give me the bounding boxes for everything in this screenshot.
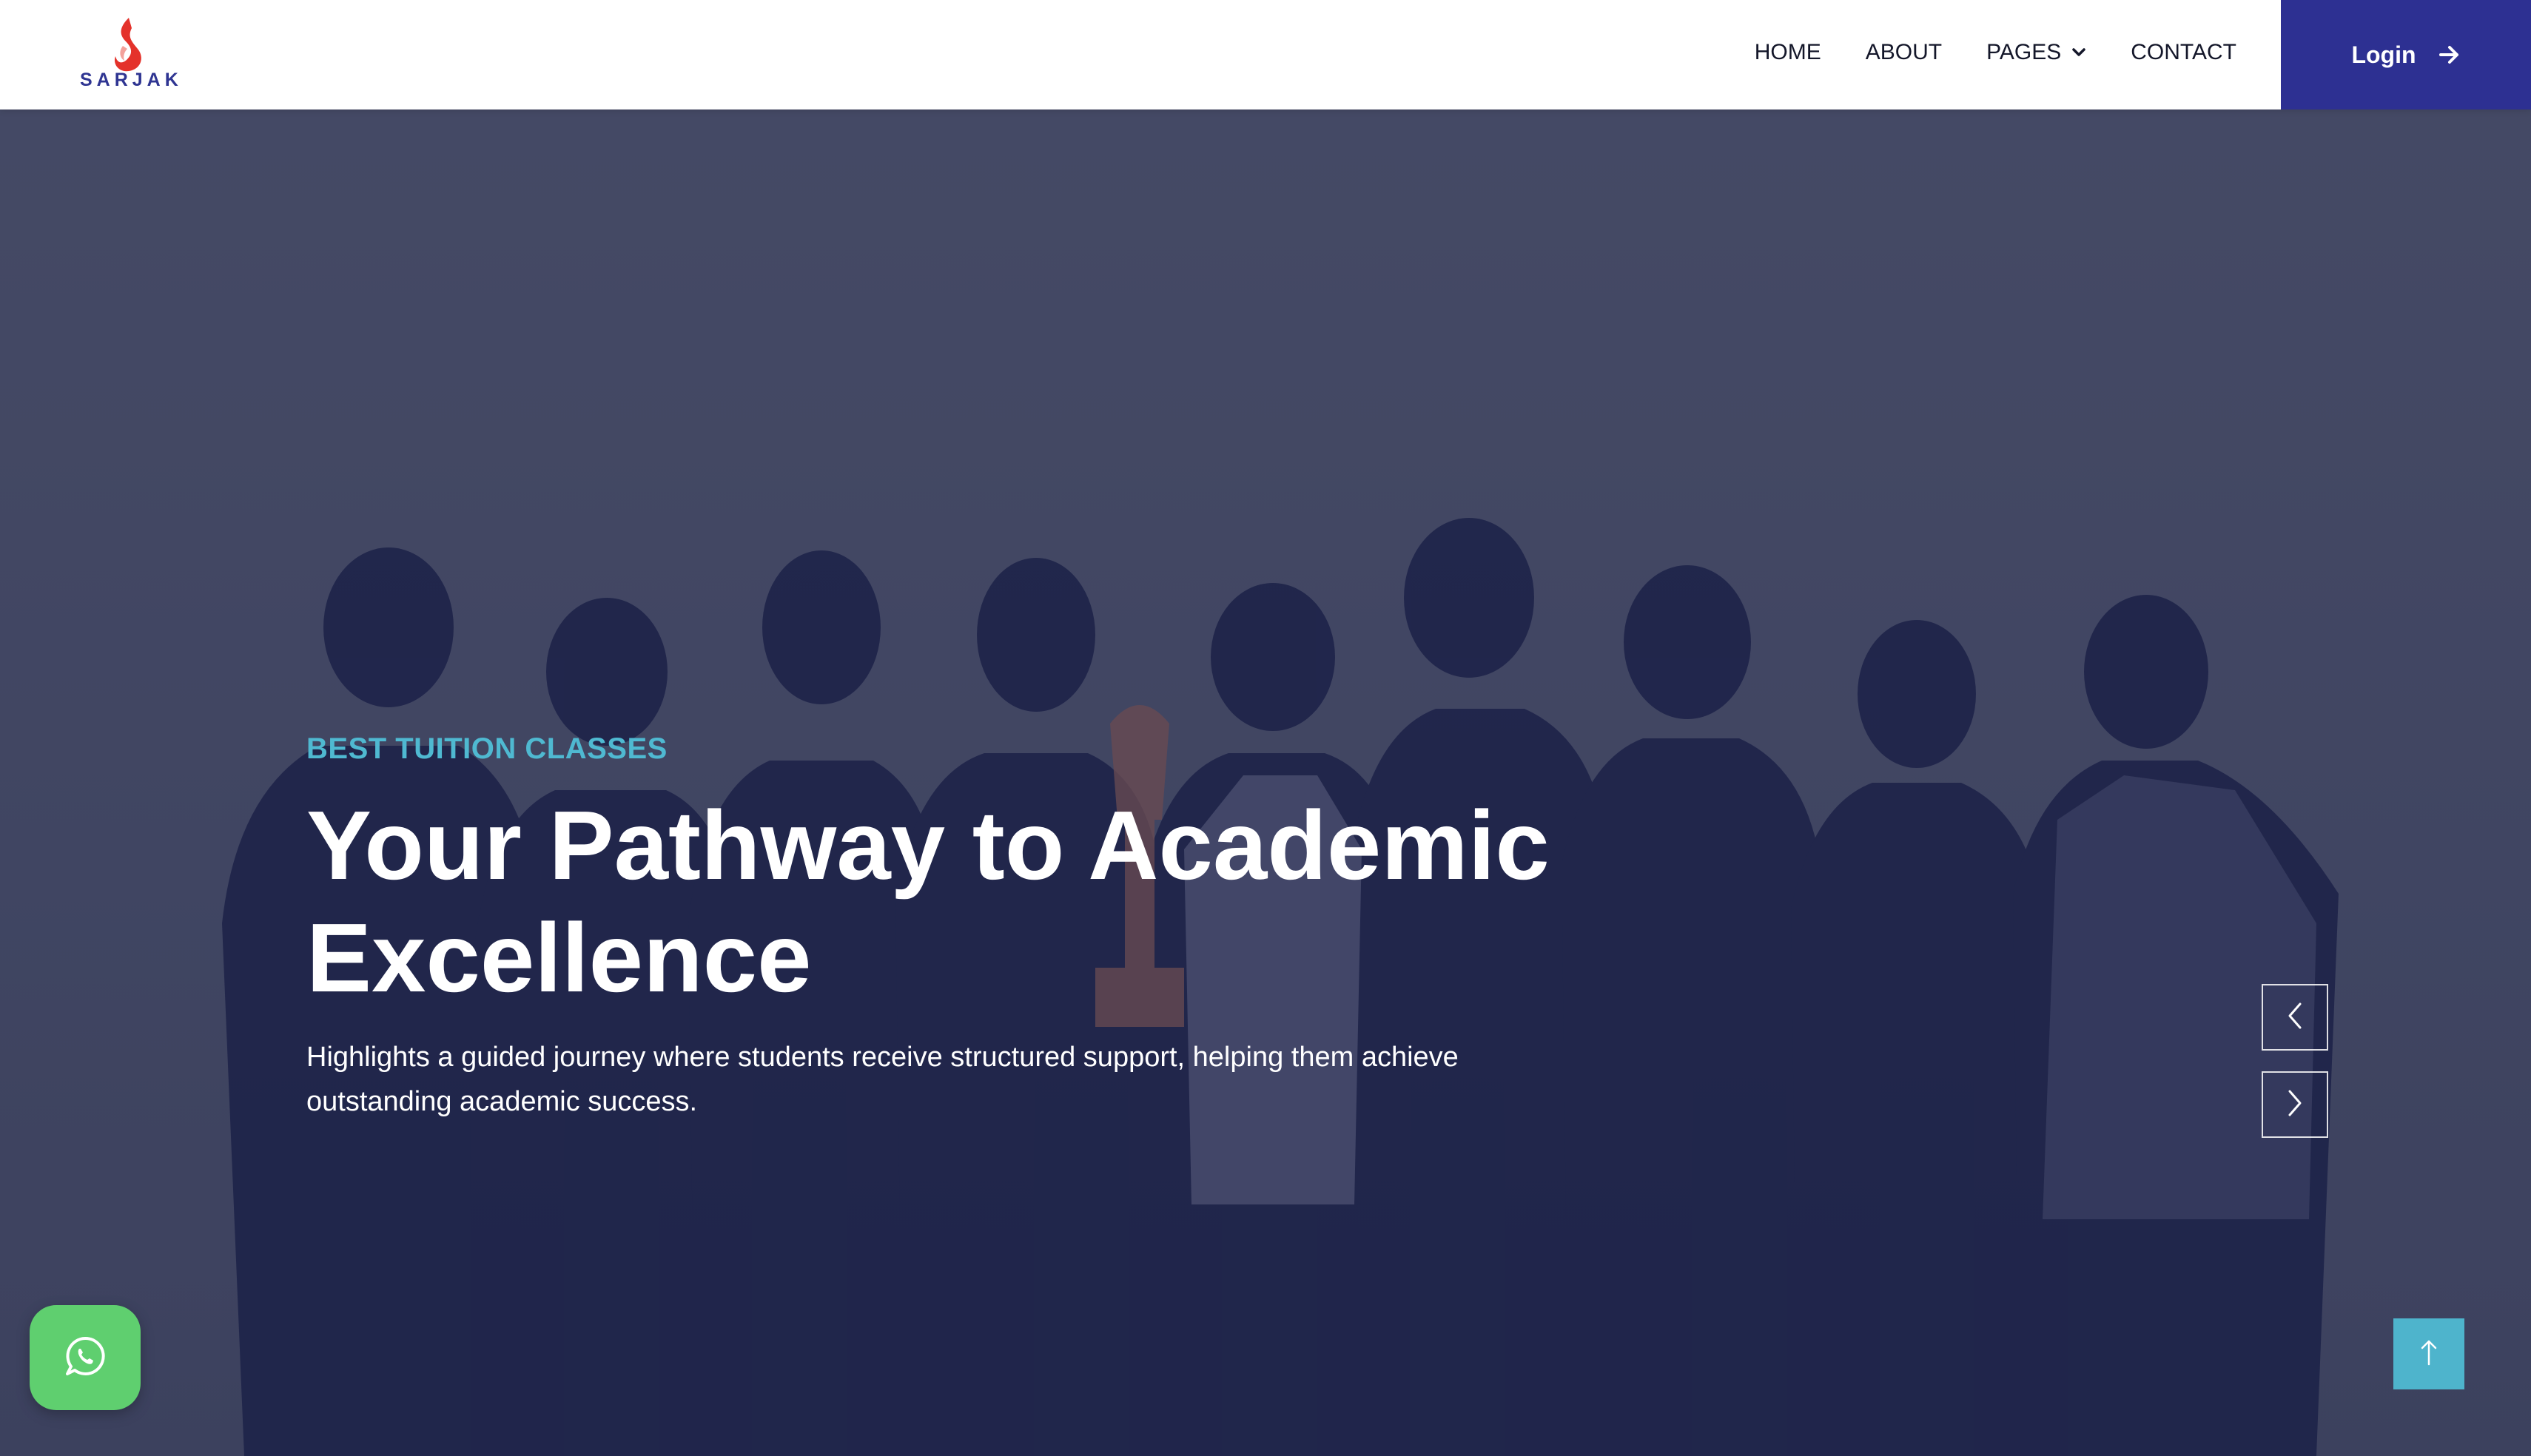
arrow-right-icon bbox=[2438, 44, 2461, 65]
chevron-down-icon bbox=[2071, 47, 2086, 58]
hero-headline: Your Pathway to Academic Excellence bbox=[306, 789, 1638, 1014]
main-nav: HOME ABOUT PAGES CONTACT bbox=[1710, 0, 2236, 105]
nav-home-label: HOME bbox=[1754, 40, 1821, 64]
nav-pages-dropdown[interactable]: PAGES bbox=[1986, 40, 2086, 65]
whatsapp-button[interactable] bbox=[30, 1305, 141, 1410]
flame-logo-icon bbox=[114, 18, 141, 72]
chevron-right-icon bbox=[2284, 1088, 2306, 1122]
logo-wordmark: SARJAK bbox=[80, 70, 183, 90]
scroll-to-top-button[interactable] bbox=[2393, 1318, 2464, 1389]
hero-headline-line2: Excellence bbox=[306, 903, 812, 1012]
hero-content: BEST TUITION CLASSES Your Pathway to Aca… bbox=[306, 732, 1638, 1124]
sarjak-logo[interactable]: SARJAK bbox=[80, 16, 183, 95]
login-label: Login bbox=[2351, 41, 2416, 68]
carousel-next-button[interactable] bbox=[2262, 1071, 2328, 1138]
hero-description: Highlights a guided journey where studen… bbox=[306, 1042, 1459, 1117]
whatsapp-icon bbox=[63, 1334, 107, 1382]
hero-headline-line1: Your Pathway to Academic bbox=[306, 791, 1550, 900]
chevron-left-icon bbox=[2284, 1001, 2306, 1034]
arrow-up-icon bbox=[2418, 1338, 2440, 1371]
nav-contact-label: CONTACT bbox=[2131, 40, 2236, 64]
hero-slider: BEST TUITION CLASSES Your Pathway to Aca… bbox=[0, 109, 2531, 1456]
top-navbar: SARJAK HOME ABOUT PAGES CONTACT Login bbox=[0, 0, 2531, 109]
nav-about-label: ABOUT bbox=[1865, 40, 1943, 64]
carousel-prev-button[interactable] bbox=[2262, 984, 2328, 1051]
nav-about-link[interactable]: ABOUT bbox=[1866, 40, 1942, 65]
nav-home-link[interactable]: HOME bbox=[1755, 40, 1821, 65]
nav-contact-link[interactable]: CONTACT bbox=[2131, 40, 2236, 65]
hero-tagline: BEST TUITION CLASSES bbox=[306, 732, 668, 765]
nav-pages-label: PAGES bbox=[1986, 40, 2062, 64]
login-button[interactable]: Login bbox=[2281, 0, 2531, 109]
